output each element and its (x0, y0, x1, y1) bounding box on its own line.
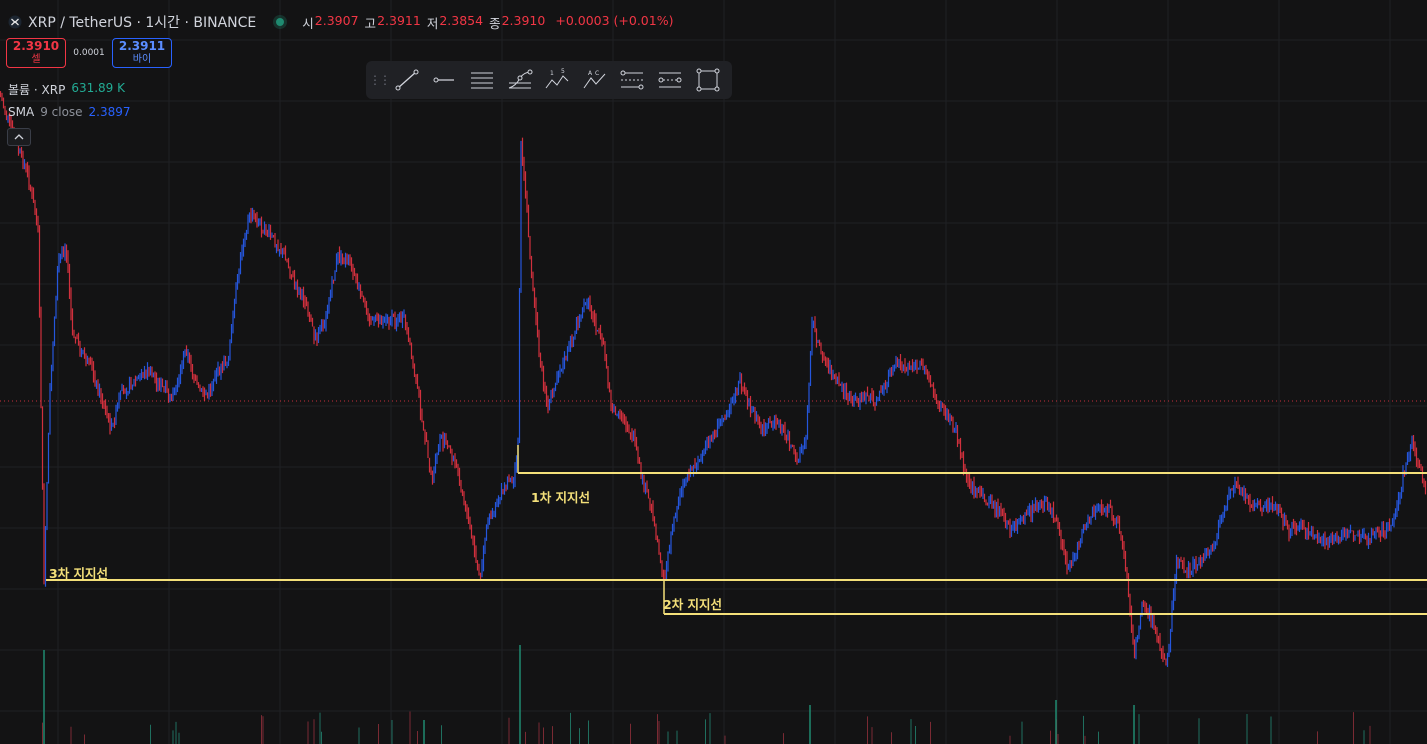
volume-indicator-value: 631.89 K (71, 81, 125, 95)
high-label: 고 (364, 15, 377, 31)
sma-indicator-legend[interactable]: SMA 9 close 2.3897 (8, 105, 131, 119)
low-value: 2.3854 (439, 12, 484, 28)
sell-button[interactable]: 2.3910 셀 (6, 38, 66, 68)
open-value: 2.3907 (314, 12, 359, 28)
open-label: 시 (302, 15, 314, 31)
spread-value: 0.0001 (73, 48, 105, 58)
support-label-2[interactable]: 2차 지지선 (663, 594, 722, 613)
tool-fib-retracement[interactable] (501, 65, 539, 95)
buy-label: 바이 (132, 54, 152, 65)
sell-label: 셀 (31, 54, 41, 65)
volume-indicator-legend[interactable]: 볼륨 · XRP 631.89 K (8, 81, 125, 98)
buy-button[interactable]: 2.3911 바이 (112, 38, 172, 68)
date-price-range-icon (620, 70, 644, 90)
collapse-legend-button[interactable] (7, 128, 31, 146)
change-value: +0.0003 (+0.01%) (555, 12, 674, 28)
trade-panel: 2.3910 셀 0.0001 2.3911 바이 (6, 38, 172, 68)
chevron-up-icon (14, 134, 24, 140)
tool-rectangle[interactable] (689, 65, 727, 95)
tool-abcd-pattern[interactable]: AC (576, 65, 614, 95)
tool-date-price-range[interactable] (614, 65, 652, 95)
low-label: 저 (426, 15, 439, 31)
tool-ray[interactable] (426, 65, 464, 95)
price-chart[interactable] (0, 0, 1427, 744)
xrp-logo-icon (8, 15, 22, 29)
tool-parallel-channel[interactable] (463, 65, 501, 95)
close-label: 종 (489, 15, 501, 31)
sma-indicator-name: SMA (8, 105, 35, 119)
volume-indicator-name: 볼륨 · XRP (8, 83, 66, 97)
xabcd-pattern-icon: 15 (545, 68, 569, 89)
drawing-toolbar: ⋮⋮ 15 AC (366, 61, 732, 99)
symbol-title[interactable]: XRP / TetherUS · 1시간 · BINANCE (28, 12, 256, 32)
fib-retracement-icon (508, 69, 533, 89)
support-label-1[interactable]: 1차 지지선 (531, 487, 590, 506)
buy-price: 2.3911 (118, 39, 166, 53)
trend-line-icon (395, 69, 419, 91)
svg-text:1: 1 (550, 70, 554, 77)
tool-price-range[interactable] (651, 65, 689, 95)
parallel-channel-icon (470, 72, 493, 89)
ohlc-values: 시 2.3907 고 2.3911 저 2.3854 종 2.3910 +0.0003 … (302, 13, 673, 32)
market-open-status-icon (276, 18, 285, 26)
tool-xabcd-pattern[interactable]: 15 (538, 65, 576, 95)
ray-icon (433, 77, 455, 83)
svg-text:A: A (588, 70, 593, 77)
svg-text:C: C (595, 70, 599, 77)
high-value: 2.3911 (377, 12, 421, 28)
drag-handle-icon[interactable]: ⋮⋮ (369, 65, 391, 95)
price-range-icon (658, 72, 682, 88)
tool-trend-line[interactable] (388, 65, 426, 95)
sell-price: 2.3910 (12, 39, 60, 53)
rectangle-icon (696, 68, 720, 92)
close-value: 2.3910 (501, 12, 546, 28)
abcd-pattern-icon: AC (583, 70, 606, 89)
sma-indicator-params: 9 close (40, 105, 83, 119)
svg-text:5: 5 (561, 68, 565, 75)
support-label-3[interactable]: 3차 지지선 (49, 563, 108, 582)
chart-grid (0, 0, 1427, 744)
symbol-legend[interactable]: XRP / TetherUS · 1시간 · BINANCE 시 2.3907 고… (8, 11, 673, 33)
sma-indicator-value: 2.3897 (88, 105, 131, 119)
volume-bars (42, 645, 1371, 744)
